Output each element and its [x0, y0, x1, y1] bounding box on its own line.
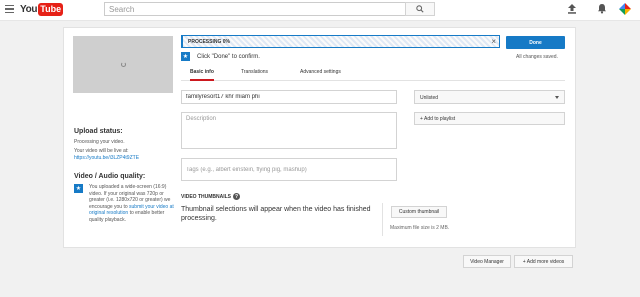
- tab-bar: Basic info Translations Advanced setting…: [181, 66, 565, 81]
- add-to-playlist-button[interactable]: + Add to playlist: [414, 112, 565, 125]
- video-manager-button[interactable]: Video Manager: [463, 255, 511, 268]
- save-status: All changes saved.: [516, 54, 558, 60]
- tags-field[interactable]: [181, 158, 397, 181]
- video-live-text: Your video will be live at:: [74, 148, 129, 154]
- youtube-logo[interactable]: You Tube: [20, 2, 64, 17]
- star-icon: ★: [181, 52, 190, 61]
- tab-translations[interactable]: Translations: [241, 69, 268, 81]
- max-file-size-text: Maximum file size is 2 MB.: [390, 225, 450, 231]
- video-url-link[interactable]: https://youtu.be/i3LZP4t9ZTE: [74, 155, 139, 161]
- processing-progress-bar: PROCESSING 0% ×: [181, 35, 500, 48]
- search-button[interactable]: [405, 2, 435, 16]
- search-icon: [416, 5, 424, 13]
- video-thumbnails-title: VIDEO THUMBNAILS: [181, 193, 231, 200]
- upload-card: Upload status: Processing your video. Yo…: [63, 27, 576, 248]
- privacy-select[interactable]: Unlisted: [414, 90, 565, 104]
- divider: [382, 203, 383, 236]
- search-input[interactable]: [105, 3, 406, 15]
- custom-thumbnail-button[interactable]: Custom thumbnail: [391, 206, 447, 218]
- done-button[interactable]: Done: [506, 36, 565, 49]
- add-more-videos-button[interactable]: + Add more videos: [514, 255, 573, 268]
- upload-status-text: Processing your video.: [74, 139, 125, 145]
- hamburger-menu-icon[interactable]: [5, 5, 14, 14]
- upload-icon[interactable]: [567, 4, 577, 14]
- thumbnail-message: Thumbnail selections will appear when th…: [181, 206, 371, 222]
- progress-label: PROCESSING 0%: [188, 39, 230, 45]
- tab-basic-info[interactable]: Basic info: [190, 69, 214, 81]
- privacy-value: Unlisted: [420, 95, 439, 101]
- video-preview: [73, 36, 173, 93]
- top-bar: You Tube: [0, 0, 640, 21]
- star-icon: ★: [74, 184, 83, 193]
- logo-tube-text: Tube: [38, 3, 64, 16]
- video-thumbnails-heading: VIDEO THUMBNAILS ?: [181, 193, 240, 200]
- description-field[interactable]: [181, 112, 397, 149]
- logo-you-text: You: [20, 4, 38, 15]
- notifications-bell-icon[interactable]: [597, 3, 607, 14]
- quality-title: Video / Audio quality:: [74, 173, 146, 180]
- title-field[interactable]: [181, 90, 397, 104]
- loading-spinner-icon: [120, 62, 126, 67]
- help-icon[interactable]: ?: [233, 193, 240, 200]
- upload-status-title: Upload status:: [74, 128, 123, 135]
- quality-message: You uploaded a wide-screen (16:9) video.…: [89, 184, 174, 224]
- avatar[interactable]: [619, 3, 631, 15]
- close-icon[interactable]: ×: [491, 37, 496, 47]
- search-box: [104, 2, 407, 16]
- chevron-down-icon: [555, 96, 559, 99]
- tab-advanced-settings[interactable]: Advanced settings: [300, 69, 341, 81]
- confirm-hint: Click "Done" to confirm.: [197, 54, 260, 60]
